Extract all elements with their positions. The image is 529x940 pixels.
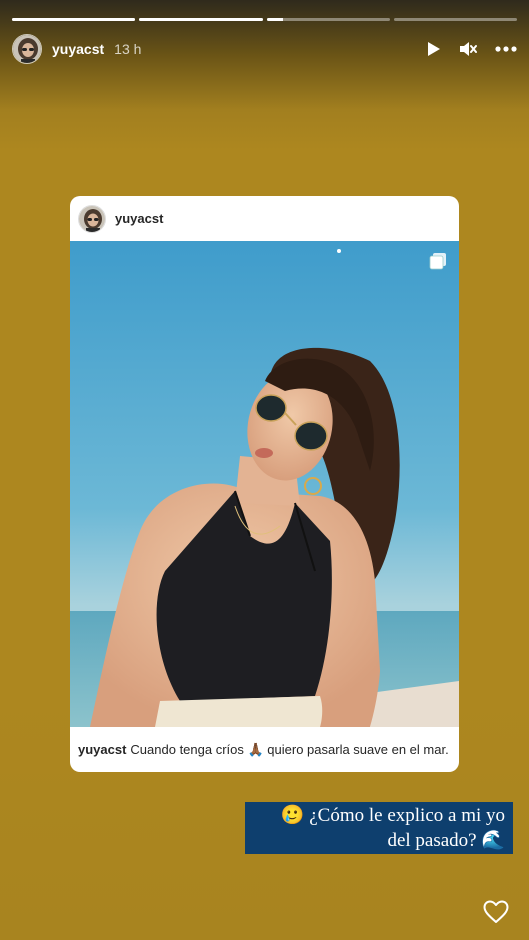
progress-fill <box>266 18 283 21</box>
play-icon[interactable] <box>427 41 441 57</box>
story-username[interactable]: yuyacst <box>52 41 104 57</box>
post-username[interactable]: yuyacst <box>115 211 163 226</box>
text-sticker: 🥲 ¿Cómo le explico a mi yo del pasado? 🌊 <box>245 802 513 854</box>
progress-fill <box>139 18 263 21</box>
progress-segment <box>12 18 136 21</box>
sticker-line-2: del pasado? 🌊 <box>387 830 505 851</box>
progress-segment <box>266 18 390 21</box>
progress-fill <box>12 18 136 21</box>
post-caption: yuyacst Cuando tenga críos 🙏🏾 quiero pas… <box>78 727 453 772</box>
heart-icon[interactable] <box>483 900 509 929</box>
post-photo[interactable] <box>70 241 459 727</box>
progress-segment <box>393 18 517 21</box>
multiple-photos-icon <box>429 252 447 275</box>
caption-text: Cuando tenga críos 🙏🏾 quiero pasarla sua… <box>130 741 449 757</box>
sticker-line-1: 🥲 ¿Cómo le explico a mi yo <box>280 805 505 826</box>
more-icon[interactable] <box>495 46 517 52</box>
caption-username[interactable]: yuyacst <box>78 742 126 757</box>
story-header: yuyacst 13 h <box>12 33 517 65</box>
post-avatar[interactable] <box>78 204 106 233</box>
progress-segment <box>139 18 263 21</box>
mute-icon[interactable] <box>459 41 477 57</box>
avatar[interactable] <box>12 34 42 64</box>
story-timestamp: 13 h <box>114 41 142 57</box>
post-header: yuyacst <box>70 196 459 241</box>
shared-post-card[interactable]: yuyacst yuyacst Cuando tenga críos 🙏🏾 qu… <box>70 196 459 772</box>
story-progress <box>12 18 517 21</box>
